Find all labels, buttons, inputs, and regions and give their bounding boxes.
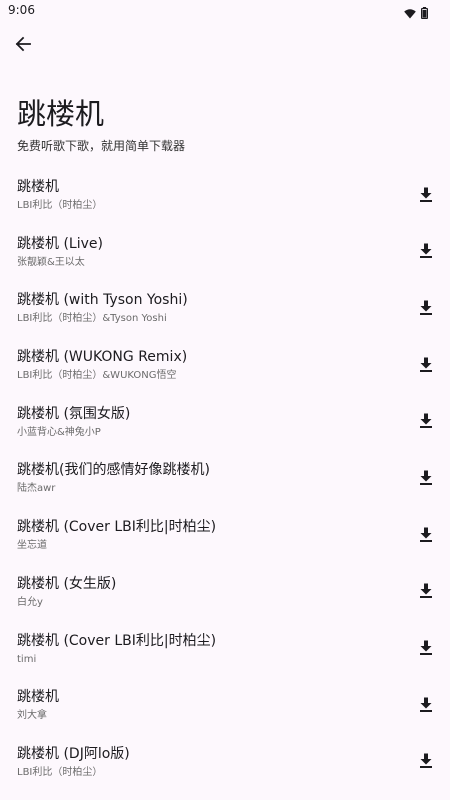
status-time: 9:06 [8,3,35,17]
song-item[interactable]: 跳楼机 (女生版) 白允y [0,564,450,621]
song-item[interactable]: 跳楼机 刘大拿 [0,677,450,734]
download-button[interactable] [414,579,438,603]
song-item[interactable]: 跳楼机 (WUKONG Remix) LBI利比（时柏尘）&WUKONG悟空 [0,337,450,394]
song-item[interactable]: 跳楼机 (氛围女版) 小蓝背心&神兔小P [0,394,450,451]
download-icon [420,527,432,542]
download-icon [420,640,432,655]
page-subtitle: 免费听歌下歌，就用简单下载器 [17,139,186,153]
song-item[interactable]: 跳楼机 (with Tyson Yoshi) LBI利比（时柏尘）&Tyson … [0,280,450,337]
song-artist: timi [17,653,37,665]
song-artist: 坐忘道 [17,540,47,552]
song-title: 跳楼机 (Cover LBI利比|时柏尘) [17,519,217,536]
song-title: 跳楼机 (WUKONG Remix) [17,349,188,366]
song-item[interactable]: 跳楼机 (Cover LBI利比|时柏尘) timi [0,621,450,678]
download-icon [420,697,432,712]
song-title: 跳楼机 (Live) [17,235,103,252]
song-item[interactable]: 跳楼机 LBI利比（时柏尘） [0,167,450,224]
song-artist: 小蓝背心&神兔小P [17,426,101,438]
song-artist: 张靓颖&王以太 [17,256,85,268]
song-item[interactable]: 跳楼机 (Cover LBI利比|时柏尘) 坐忘道 [0,507,450,564]
download-icon [420,753,432,769]
song-title: 跳楼机(我们的感情好像跳楼机) [17,462,210,479]
song-item[interactable]: 跳楼机 (DJ阿lo版) LBI利比（时柏尘） [0,734,450,791]
song-title: 跳楼机 (氛围女版) [17,405,131,422]
download-button[interactable] [414,749,438,773]
song-title: 跳楼机 (女生版) [17,575,117,592]
back-button[interactable] [9,32,37,60]
battery-icon [421,4,429,23]
download-button[interactable] [414,692,438,716]
song-title: 跳楼机 (with Tyson Yoshi) [17,292,188,309]
song-title: 跳楼机 [17,689,59,706]
status-bar: 9:06 [0,0,450,22]
download-icon [420,187,432,202]
download-button[interactable] [414,352,438,376]
song-artist: LBI利比（时柏尘）&Tyson Yoshi [17,313,167,325]
song-artist: 陆杰awr [17,483,56,495]
download-button[interactable] [414,522,438,546]
wifi-icon [404,4,416,23]
download-button[interactable] [414,465,438,489]
download-icon [420,470,432,485]
download-icon [420,583,432,599]
download-button[interactable] [414,239,438,263]
song-title: 跳楼机 (DJ阿lo版) [17,745,130,762]
song-artist: LBI利比（时柏尘）&WUKONG悟空 [17,370,177,382]
song-item[interactable]: 跳楼机 (Live) 张靓颖&王以太 [0,224,450,281]
song-artist: LBI利比（时柏尘） [17,200,103,211]
arrow-left-icon [15,36,31,56]
download-icon [420,413,432,429]
download-button[interactable] [414,295,438,319]
song-title: 跳楼机 (Cover LBI利比|时柏尘) [17,632,217,649]
download-icon [420,300,432,315]
download-button[interactable] [414,636,438,660]
song-artist: LBI利比（时柏尘） [17,766,103,778]
page-title: 跳楼机 [17,97,105,131]
download-button[interactable] [414,409,438,433]
song-item[interactable]: 跳楼机(我们的感情好像跳楼机) 陆杰awr [0,450,450,507]
song-artist: 刘大拿 [17,710,47,722]
song-list: 跳楼机 LBI利比（时柏尘） 跳楼机 (Live) 张靓颖&王以太 跳楼机 (w… [0,167,450,791]
download-icon [420,357,432,372]
song-artist: 白允y [17,596,43,608]
download-icon [420,243,432,259]
status-icons [404,4,429,23]
song-title: 跳楼机 [17,179,59,195]
download-button[interactable] [414,182,438,206]
